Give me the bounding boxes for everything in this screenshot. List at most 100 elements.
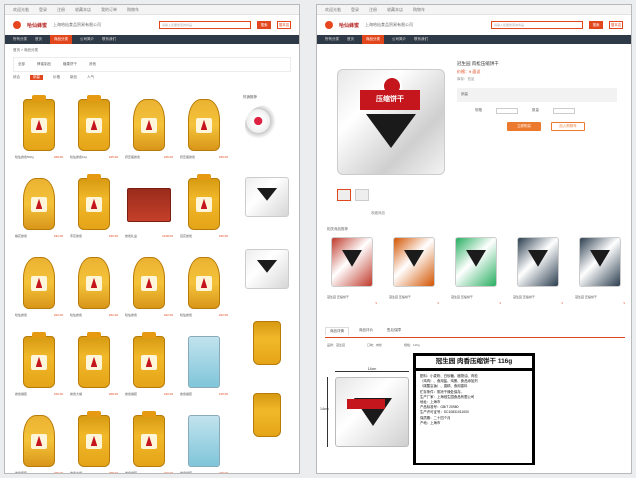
product-image[interactable] [78, 257, 110, 309]
product-image[interactable] [23, 95, 55, 151]
topbar-link[interactable]: 登录 [39, 7, 47, 13]
product-name[interactable]: 哈仙蜂蜜 [125, 313, 137, 317]
product-name[interactable]: 蜂蜜袋装 [180, 392, 192, 396]
breadcrumb-text[interactable]: 首页 > 商品分类 [13, 48, 38, 52]
related-product-name[interactable]: 冠生园 压缩饼干 [513, 295, 535, 299]
related-product-name[interactable]: 冠生园 压缩饼干 [327, 295, 349, 299]
related-product-name[interactable]: 冠生园 压缩饼干 [451, 295, 473, 299]
product-name[interactable]: 蜂蜜罐装 [125, 392, 137, 396]
related-product-image[interactable] [393, 237, 435, 287]
related-product-name[interactable]: 冠生园 压缩饼干 [389, 295, 411, 299]
product-name[interactable]: 哈仙蜂蜜1kg [70, 155, 87, 159]
filter-tag[interactable]: 糖果饼干 [63, 62, 77, 67]
product-card[interactable]: 蜂蜜礼盒 ¥128.00 [123, 174, 175, 249]
product-name[interactable]: 百花蜂蜜 [180, 234, 192, 238]
product-card[interactable]: 哈仙蜂蜜 ¥22.00 [178, 253, 230, 328]
related-product-image[interactable] [579, 237, 621, 287]
topbar-link[interactable]: 收藏本店 [75, 7, 91, 13]
product-card[interactable]: 枣花蜂蜜 ¥36.00 [68, 174, 120, 249]
product-name[interactable]: 挤压瓶蜂蜜 [180, 155, 195, 159]
nav-item[interactable]: 公司简介 [80, 37, 94, 42]
nav-item[interactable]: 所有分类 [325, 37, 339, 42]
topbar-link[interactable]: 注册 [57, 7, 65, 13]
product-card[interactable]: 蜂蜜大罐 ¥68.00 [68, 411, 120, 473]
nav-item[interactable]: 首页 [35, 37, 42, 42]
related-product-card[interactable]: 冠生园 压缩饼干 ¥ [513, 237, 563, 309]
topbar-link[interactable]: 登录 [351, 7, 359, 13]
thumbnail[interactable] [355, 189, 369, 201]
buy-now-button[interactable]: 立即购买 [507, 122, 541, 131]
topbar-link[interactable]: 注册 [369, 7, 377, 13]
product-image[interactable] [188, 415, 220, 467]
sort-option[interactable]: 人气 [87, 75, 94, 80]
related-product-card[interactable]: 冠生园 压缩饼干 ¥ [575, 237, 625, 309]
logo-icon[interactable] [13, 21, 21, 29]
related-product-card[interactable]: 冠生园 压缩饼干 ¥ [327, 237, 377, 309]
topbar-link[interactable]: 欢迎光临 [13, 7, 29, 13]
topbar-link[interactable]: 购物车 [127, 7, 139, 13]
tab-service[interactable]: 售后保障 [383, 327, 405, 335]
spec-select[interactable] [496, 108, 518, 114]
product-card[interactable]: 蜂蜜大罐 ¥68.00 [68, 332, 120, 407]
related-product-image[interactable] [331, 237, 373, 287]
product-image[interactable] [133, 257, 165, 309]
sort-option[interactable]: 新品 [70, 75, 77, 80]
product-image[interactable] [188, 174, 220, 230]
product-image[interactable] [23, 257, 55, 309]
topbar-link[interactable]: 欢迎光临 [325, 7, 341, 13]
product-image[interactable] [78, 332, 110, 388]
product-image[interactable] [133, 332, 165, 388]
nav-item[interactable]: 公司简介 [392, 37, 406, 42]
product-card[interactable]: 挤压瓶蜂蜜 ¥25.00 [123, 95, 175, 170]
product-image[interactable] [188, 257, 220, 309]
sidebar-product-image[interactable] [245, 177, 289, 217]
search-shop-button[interactable]: 搜本店 [277, 21, 291, 29]
product-card[interactable]: 蜂蜜罐装 ¥40.00 [13, 332, 65, 407]
topbar-link[interactable]: 购物车 [413, 7, 425, 13]
nav-item[interactable]: 所有分类 [13, 37, 27, 42]
related-product-card[interactable]: 冠生园 压缩饼干 ¥ [389, 237, 439, 309]
product-card[interactable]: 哈仙蜂蜜 ¥22.00 [68, 253, 120, 328]
product-image[interactable] [78, 95, 110, 151]
quantity-stepper[interactable] [553, 108, 575, 114]
add-to-cart-button[interactable]: 加入购物车 [551, 122, 585, 131]
product-name[interactable]: 蜂蜜罐装 [15, 392, 27, 396]
product-image[interactable] [188, 99, 220, 151]
product-name[interactable]: 蜂蜜大罐 [70, 392, 82, 396]
product-name[interactable]: 哈仙蜂蜜 [70, 313, 82, 317]
product-card[interactable]: 蜂蜜袋装 ¥15.00 [178, 411, 230, 473]
filter-tag[interactable]: 蜂蜜制品 [37, 62, 51, 67]
product-name[interactable]: 哈仙蜂蜜 [15, 313, 27, 317]
search-input[interactable]: 请输入您要搜索的商品 [159, 21, 251, 29]
product-name[interactable]: 哈仙蜂蜜500g [15, 155, 34, 159]
logo-icon[interactable] [325, 21, 333, 29]
filter-tag[interactable]: 其他 [89, 62, 96, 67]
product-card[interactable]: 哈仙蜂蜜 ¥22.00 [123, 253, 175, 328]
product-main-image[interactable]: 压缩饼干 [337, 69, 445, 175]
product-card[interactable]: 蜂蜜罐装 ¥40.00 [123, 411, 175, 473]
search-button[interactable]: 搜索 [589, 21, 603, 29]
product-image[interactable] [23, 178, 55, 230]
thumbnail[interactable] [337, 189, 351, 201]
filter-tag[interactable]: 全部 [18, 62, 25, 67]
product-card[interactable]: 蜂蜜罐装 ¥40.00 [123, 332, 175, 407]
product-name[interactable]: 蜂蜜罐装 [125, 471, 137, 473]
nav-item[interactable]: 首页 [347, 37, 354, 42]
product-name[interactable]: 挤压瓶蜂蜜 [125, 155, 140, 159]
favorite-link[interactable]: 收藏商品 [371, 211, 385, 216]
product-card[interactable]: 哈仙蜂蜜500g ¥28.00 [13, 95, 65, 170]
related-product-name[interactable]: 冠生园 压缩饼干 [575, 295, 597, 299]
product-image[interactable] [23, 332, 55, 388]
product-image[interactable] [23, 415, 55, 467]
product-card[interactable]: 哈仙蜂蜜 ¥22.00 [13, 253, 65, 328]
nav-item-active[interactable]: 商品分类 [362, 35, 384, 44]
sidebar-product-image[interactable] [245, 105, 289, 145]
sort-option[interactable]: 综合 [13, 75, 20, 80]
product-card[interactable]: 蜂蜜袋装 ¥15.00 [178, 332, 230, 407]
product-card[interactable]: 蜂蜜瓶装 ¥26.00 [13, 411, 65, 473]
product-name[interactable]: 蜂蜜袋装 [180, 471, 192, 473]
product-name[interactable]: 蜂蜜礼盒 [125, 234, 137, 238]
related-product-image[interactable] [517, 237, 559, 287]
tab-details[interactable]: 商品详情 [325, 327, 349, 335]
sort-option-active[interactable]: 销量 [30, 75, 43, 80]
